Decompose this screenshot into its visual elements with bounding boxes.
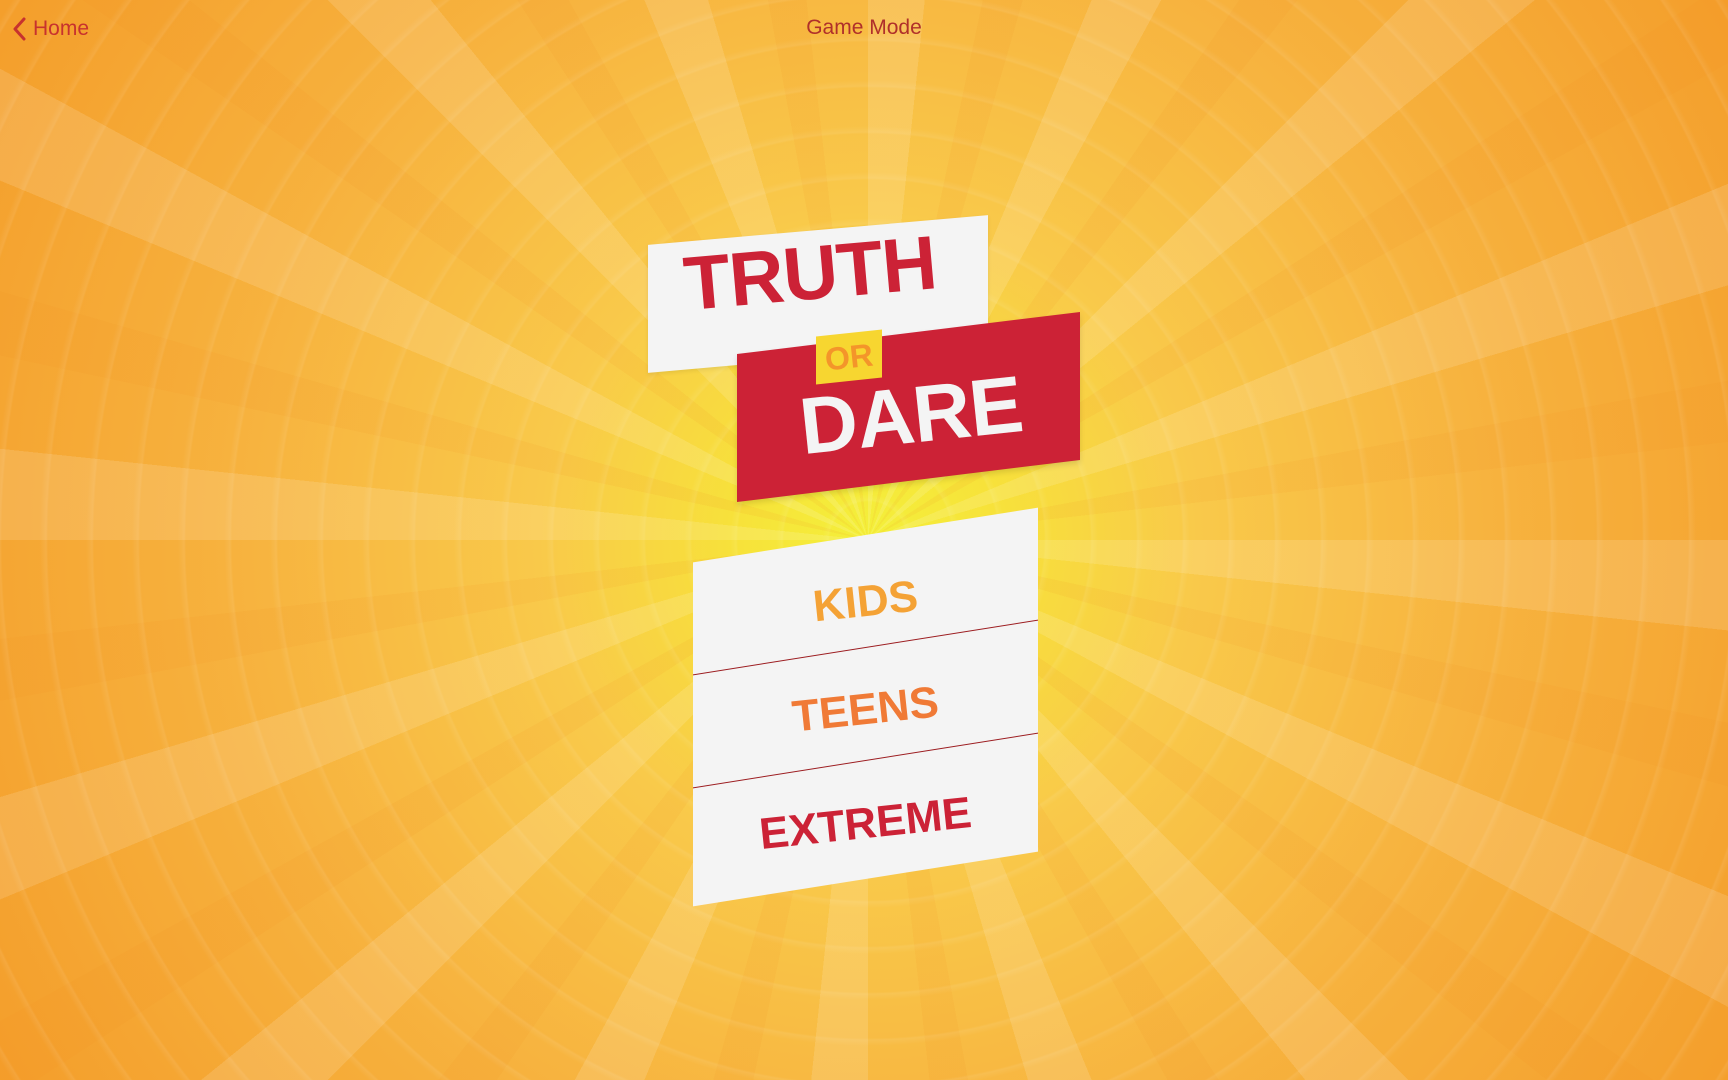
truth-or-dare-logo: TRUTH OR DARE — [640, 205, 1090, 525]
page-title: Game Mode — [806, 16, 922, 39]
game-mode-list: KIDS TEENS EXTREME — [693, 507, 1038, 935]
